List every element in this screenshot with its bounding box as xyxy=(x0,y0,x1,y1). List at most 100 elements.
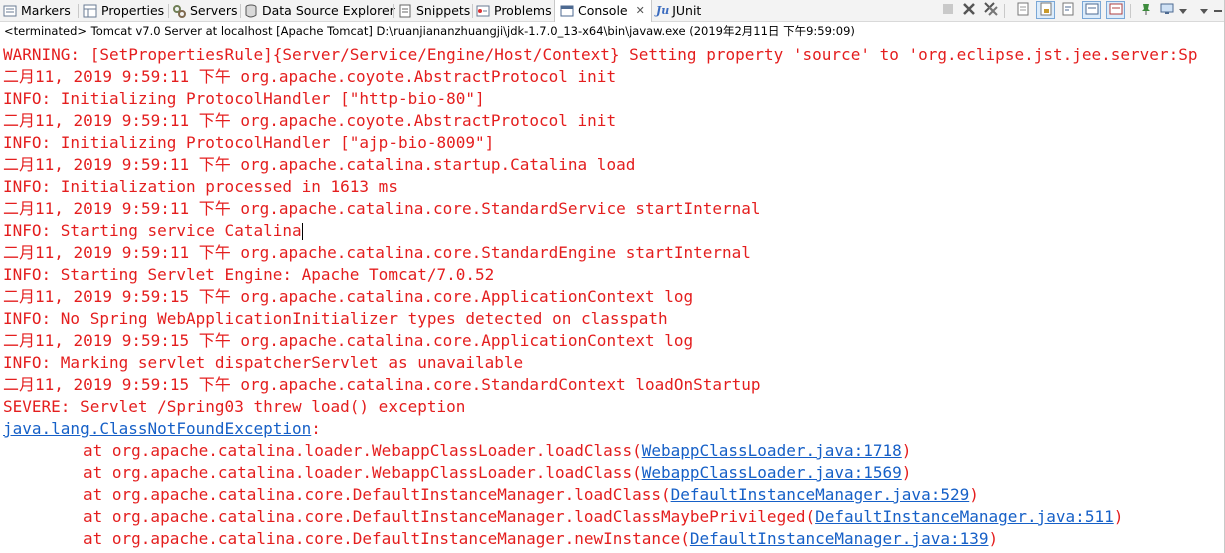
console-line: at org.apache.catalina.loader.WebappClas… xyxy=(0,440,1225,462)
console-line: 二月11, 2019 9:59:15 下午 org.apache.catalin… xyxy=(0,330,1225,352)
tab-properties[interactable]: Properties xyxy=(83,0,164,21)
remove-launch-button[interactable] xyxy=(959,1,978,19)
console-text: 二月11, 2019 9:59:11 下午 org.apache.catalin… xyxy=(3,199,761,218)
console-line: INFO: No Spring WebApplicationInitialize… xyxy=(0,308,1225,330)
view-tab-bar: Markers Properties Servers Data Source E… xyxy=(0,0,1225,22)
close-icon[interactable]: ✕ xyxy=(636,4,645,17)
tab-label: Snippets xyxy=(416,3,471,18)
servers-icon xyxy=(172,4,186,18)
console-line: 二月11, 2019 9:59:15 下午 org.apache.catalin… xyxy=(0,286,1225,308)
tab-servers[interactable]: Servers xyxy=(172,0,238,21)
tab-markers[interactable]: Markers xyxy=(3,0,71,21)
console-line: WARNING: [SetPropertiesRule]{Server/Serv… xyxy=(0,44,1225,66)
tab-divider xyxy=(472,4,473,18)
tab-divider xyxy=(393,4,394,18)
tab-label: Properties xyxy=(101,3,165,18)
console-line: 二月11, 2019 9:59:15 下午 org.apache.catalin… xyxy=(0,374,1225,396)
console-text: ) xyxy=(901,463,912,482)
clear-console-button[interactable] xyxy=(1013,1,1032,19)
tab-problems[interactable]: Problems xyxy=(476,0,552,21)
tab-divider xyxy=(168,4,169,18)
word-wrap-button[interactable] xyxy=(1058,1,1077,19)
console-line: 二月11, 2019 9:59:11 下午 org.apache.coyote.… xyxy=(0,66,1225,88)
show-console-on-stdout-button[interactable] xyxy=(1082,1,1101,19)
console-text: at org.apache.catalina.core.DefaultInsta… xyxy=(83,507,816,526)
console-text: : xyxy=(311,419,321,438)
console-line: 二月11, 2019 9:59:11 下午 org.apache.catalin… xyxy=(0,154,1225,176)
pin-console-button[interactable] xyxy=(1136,1,1155,19)
console-icon xyxy=(560,4,574,18)
console-output[interactable]: WARNING: [SetPropertiesRule]{Server/Serv… xyxy=(0,44,1225,553)
tab-console[interactable]: Console ✕ xyxy=(554,0,652,22)
console-text: INFO: Initializing ProtocolHandler ["ajp… xyxy=(3,133,495,152)
console-text: 二月11, 2019 9:59:15 下午 org.apache.catalin… xyxy=(3,375,761,394)
console-line: java.lang.ClassNotFoundException: xyxy=(0,418,1225,440)
console-text: INFO: Starting service Catalina xyxy=(3,221,302,240)
console-line: at org.apache.catalina.core.DefaultInsta… xyxy=(0,506,1225,528)
display-selected-console-button[interactable] xyxy=(1157,1,1176,19)
scroll-lock-icon xyxy=(1039,2,1053,19)
terminate-button[interactable] xyxy=(938,1,957,19)
console-line: INFO: Starting service Catalina xyxy=(0,220,1225,242)
console-text: INFO: Starting Servlet Engine: Apache To… xyxy=(3,265,495,284)
source-location-link[interactable]: DefaultInstanceManager.java:139 xyxy=(690,529,989,548)
console-line: INFO: Marking servlet dispatcherServlet … xyxy=(0,352,1225,374)
tab-snippets[interactable]: Snippets xyxy=(398,0,470,21)
tab-label: Servers xyxy=(190,3,238,18)
console-text: at org.apache.catalina.loader.WebappClas… xyxy=(83,463,642,482)
minimize-view-button[interactable] xyxy=(1211,1,1225,19)
toolbar-divider xyxy=(1130,4,1131,18)
console-text: ) xyxy=(901,441,912,460)
console-text: 二月11, 2019 9:59:11 下午 org.apache.coyote.… xyxy=(3,111,617,130)
properties-icon xyxy=(83,4,97,18)
source-location-link[interactable]: DefaultInstanceManager.java:511 xyxy=(815,507,1114,526)
text-cursor xyxy=(301,223,303,240)
console-status-line: <terminated> Tomcat v7.0 Server at local… xyxy=(0,22,1225,41)
tab-data-source-explorer[interactable]: Data Source Explorer xyxy=(244,0,395,21)
markers-icon xyxy=(3,4,17,18)
console-line: 二月11, 2019 9:59:11 下午 org.apache.catalin… xyxy=(0,242,1225,264)
tab-label: Problems xyxy=(494,3,552,18)
tab-junit[interactable]: Ju JUnit xyxy=(656,0,701,21)
console-text: 二月11, 2019 9:59:11 下午 org.apache.coyote.… xyxy=(3,67,617,86)
console-line: 二月11, 2019 9:59:11 下午 org.apache.catalin… xyxy=(0,198,1225,220)
tab-divider xyxy=(78,4,79,18)
console-dropdown-button[interactable] xyxy=(1177,1,1189,19)
source-location-link[interactable]: DefaultInstanceManager.java:529 xyxy=(671,485,970,504)
console-text: at org.apache.catalina.loader.WebappClas… xyxy=(83,441,642,460)
pin-icon xyxy=(1139,2,1153,19)
console-text: ) xyxy=(988,529,999,548)
console-line: INFO: Starting Servlet Engine: Apache To… xyxy=(0,264,1225,286)
scroll-lock-button[interactable] xyxy=(1036,1,1055,19)
data-source-icon xyxy=(244,4,258,18)
remove-all-terminated-button[interactable] xyxy=(981,1,1000,19)
console-text: INFO: Initialization processed in 1613 m… xyxy=(3,177,398,196)
console-text: INFO: No Spring WebApplicationInitialize… xyxy=(3,309,668,328)
tab-label: JUnit xyxy=(672,3,702,18)
remove-all-icon xyxy=(983,1,998,19)
console-text: INFO: Initializing ProtocolHandler ["htt… xyxy=(3,89,485,108)
source-location-link[interactable]: WebappClassLoader.java:1718 xyxy=(642,441,902,460)
junit-icon: Ju xyxy=(656,4,670,17)
show-console-on-stderr-button[interactable] xyxy=(1106,1,1125,19)
source-location-link[interactable]: WebappClassLoader.java:1569 xyxy=(642,463,902,482)
tab-label: Markers xyxy=(21,3,71,18)
console-text: 二月11, 2019 9:59:15 下午 org.apache.catalin… xyxy=(3,331,694,350)
console-text: INFO: Marking servlet dispatcherServlet … xyxy=(3,353,524,372)
console-line: 二月11, 2019 9:59:11 下午 org.apache.coyote.… xyxy=(0,110,1225,132)
console-line: at org.apache.catalina.core.DefaultInsta… xyxy=(0,484,1225,506)
minimize-icon xyxy=(1213,3,1223,18)
console-text: ) xyxy=(969,485,979,504)
console-text: 二月11, 2019 9:59:11 下午 org.apache.catalin… xyxy=(3,243,751,262)
exception-link[interactable]: java.lang.ClassNotFoundException xyxy=(3,419,311,438)
terminate-icon xyxy=(941,2,955,19)
console-text: at org.apache.catalina.core.DefaultInsta… xyxy=(83,529,690,548)
console-line: at org.apache.catalina.core.DefaultInsta… xyxy=(0,528,1225,550)
console-text: ) xyxy=(1113,507,1124,526)
snippets-icon xyxy=(398,4,412,18)
tab-divider xyxy=(240,4,241,18)
problems-icon xyxy=(476,4,490,18)
tab-label: Data Source Explorer xyxy=(262,3,395,18)
console-text: SEVERE: Servlet /Spring03 threw load() e… xyxy=(3,397,466,416)
console-line: INFO: Initializing ProtocolHandler ["ajp… xyxy=(0,132,1225,154)
